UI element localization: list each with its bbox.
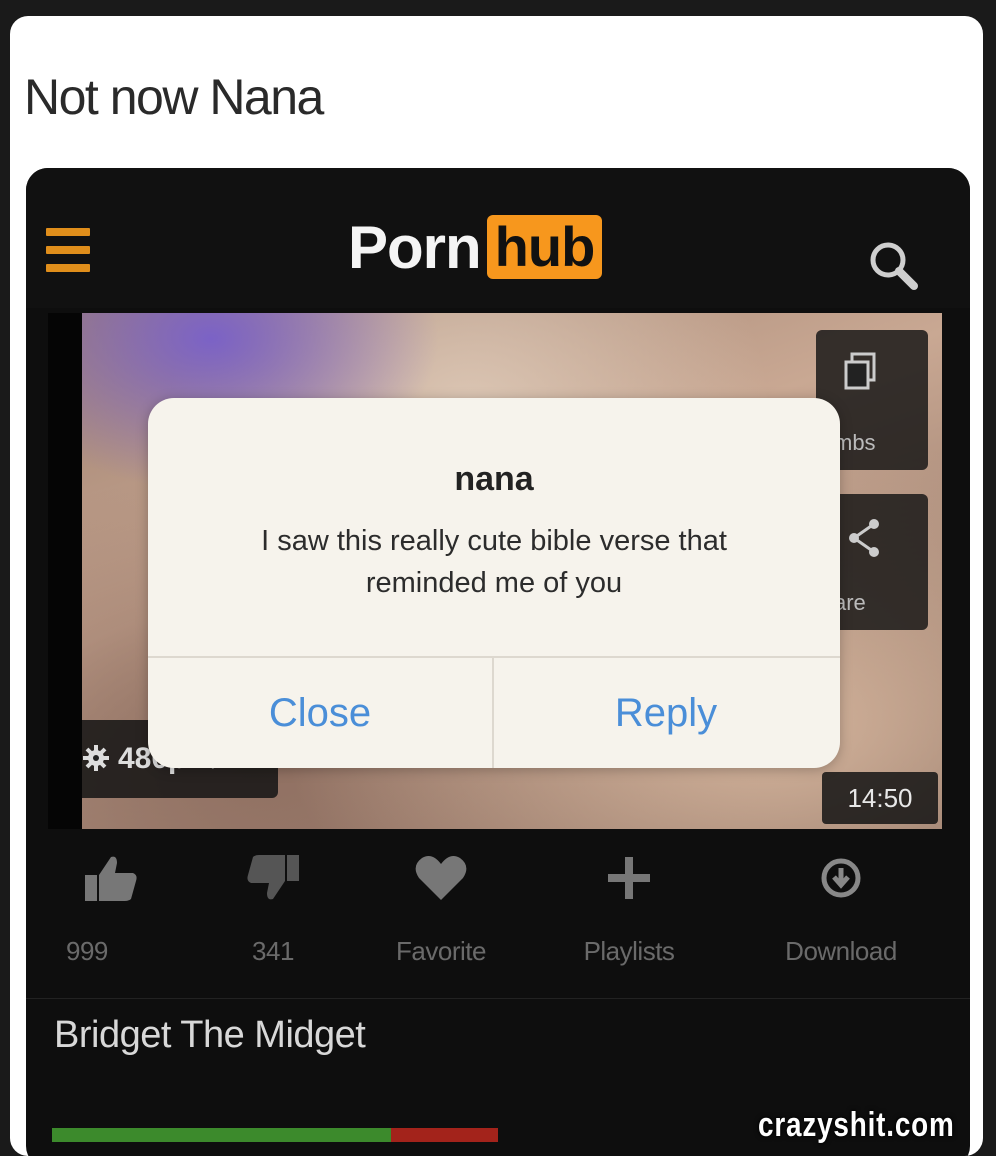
logo-text-left: Porn [348,213,482,281]
search-icon[interactable] [862,236,928,296]
video-edge [48,313,82,829]
hamburger-menu-icon[interactable] [46,228,90,280]
download-label: Download [785,936,897,966]
reply-button[interactable]: Reply [494,658,838,768]
playlists-label: Playlists [583,936,675,966]
heart-icon [415,856,467,900]
rating-bar-negative [391,1128,498,1142]
logo-text-right: hub [486,215,603,279]
thumbs-up-icon [85,856,137,901]
download-icon [821,858,861,898]
post-card: Not now Nana Porn hub mbs are 480p 14:50… [10,16,983,1156]
action-bar: 999 341 Favorite Playlists Download [26,848,970,968]
dislike-button[interactable]: 341 [198,848,348,967]
site-header: Porn hub [26,168,970,308]
download-button[interactable]: Download [754,848,928,967]
dislike-count: 341 [252,936,294,966]
rating-bar-positive [52,1128,391,1142]
like-count: 999 [66,936,108,966]
favorite-label: Favorite [396,936,486,966]
alert-sender: nana [454,460,534,498]
favorite-button[interactable]: Favorite [366,848,516,967]
post-caption: Not now Nana [24,69,324,125]
thumbnails-label: mbs [834,430,876,455]
share-icon [849,519,879,557]
duration-badge: 14:50 [822,772,938,824]
video-title[interactable]: Bridget The Midget [54,1014,366,1057]
site-watermark: crazyshit.com [758,1106,955,1144]
thumbnails-icon [844,352,876,390]
close-button[interactable]: Close [148,658,492,768]
like-button[interactable]: 999 [36,848,186,967]
alert-message: I saw this really cute bible verse that … [261,525,727,599]
rating-bar [52,1128,498,1142]
message-alert: nana I saw this really cute bible verse … [148,398,840,768]
playlists-button[interactable]: Playlists [554,848,704,967]
gear-icon [83,745,109,771]
plus-icon [608,857,650,899]
site-logo[interactable]: Porn hub [348,212,603,282]
divider [26,998,970,999]
thumbs-down-icon [247,855,299,900]
